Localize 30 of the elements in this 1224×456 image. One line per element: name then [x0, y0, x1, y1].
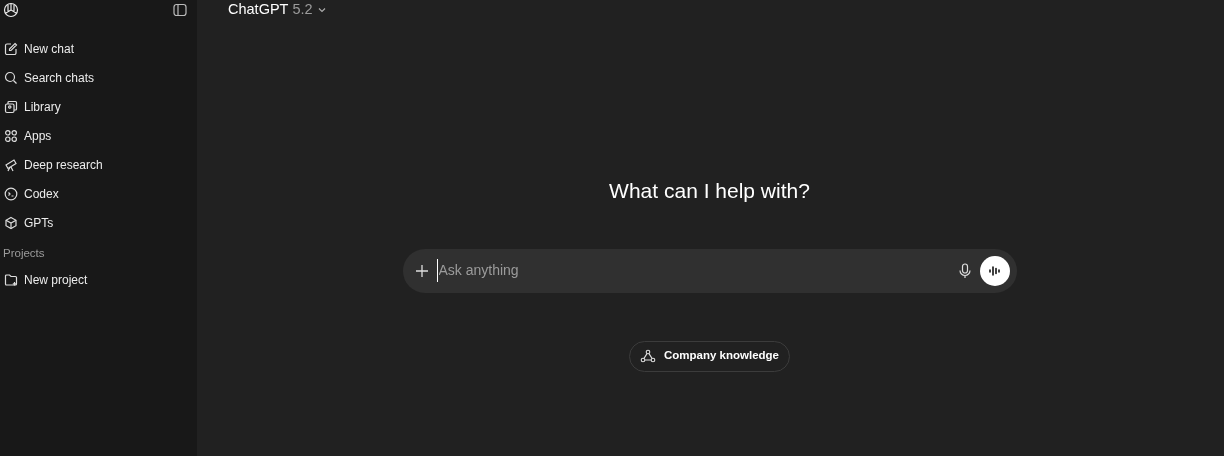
images-icon: [4, 99, 18, 114]
company-knowledge-button[interactable]: Company knowledge: [629, 340, 790, 372]
cube-icon: [4, 215, 18, 230]
sidebar-item[interactable]: GPTs: [0, 208, 197, 237]
sidebar-item[interactable]: Library: [0, 92, 197, 121]
voice-mode-button[interactable]: [979, 255, 1010, 286]
sidebar-item[interactable]: New chat: [0, 34, 197, 63]
sidebar-item[interactable]: Deep research: [0, 150, 197, 179]
message-input[interactable]: Ask anything: [436, 259, 950, 282]
message-composer[interactable]: Ask anything: [402, 248, 1017, 293]
plus-icon[interactable]: [414, 263, 429, 278]
model-selector[interactable]: ChatGPT 5.2: [228, 0, 327, 21]
folder-plus-icon: [4, 272, 18, 287]
search-icon: [4, 70, 18, 85]
microphone-icon[interactable]: [957, 262, 972, 279]
pencil-square-icon: [4, 41, 18, 56]
terminal-circle-icon: [4, 186, 18, 201]
section-heading: Projects: [3, 247, 45, 259]
sidebar-item[interactable]: New project: [0, 265, 197, 294]
grid-icon: [4, 128, 18, 143]
greeting-heading: What can I help with?: [609, 178, 810, 204]
nodes-icon: [640, 349, 656, 363]
sidebar-item[interactable]: Apps: [0, 121, 197, 150]
chevron-down-icon: [316, 5, 327, 15]
sidebar-toggle-icon[interactable]: [173, 3, 187, 17]
sidebar-item[interactable]: Codex: [0, 179, 197, 208]
sidebar-item[interactable]: Search chats: [0, 63, 197, 92]
waveform-icon: [987, 264, 1002, 277]
telescope-icon: [4, 157, 18, 172]
logo-icon[interactable]: [3, 2, 19, 18]
